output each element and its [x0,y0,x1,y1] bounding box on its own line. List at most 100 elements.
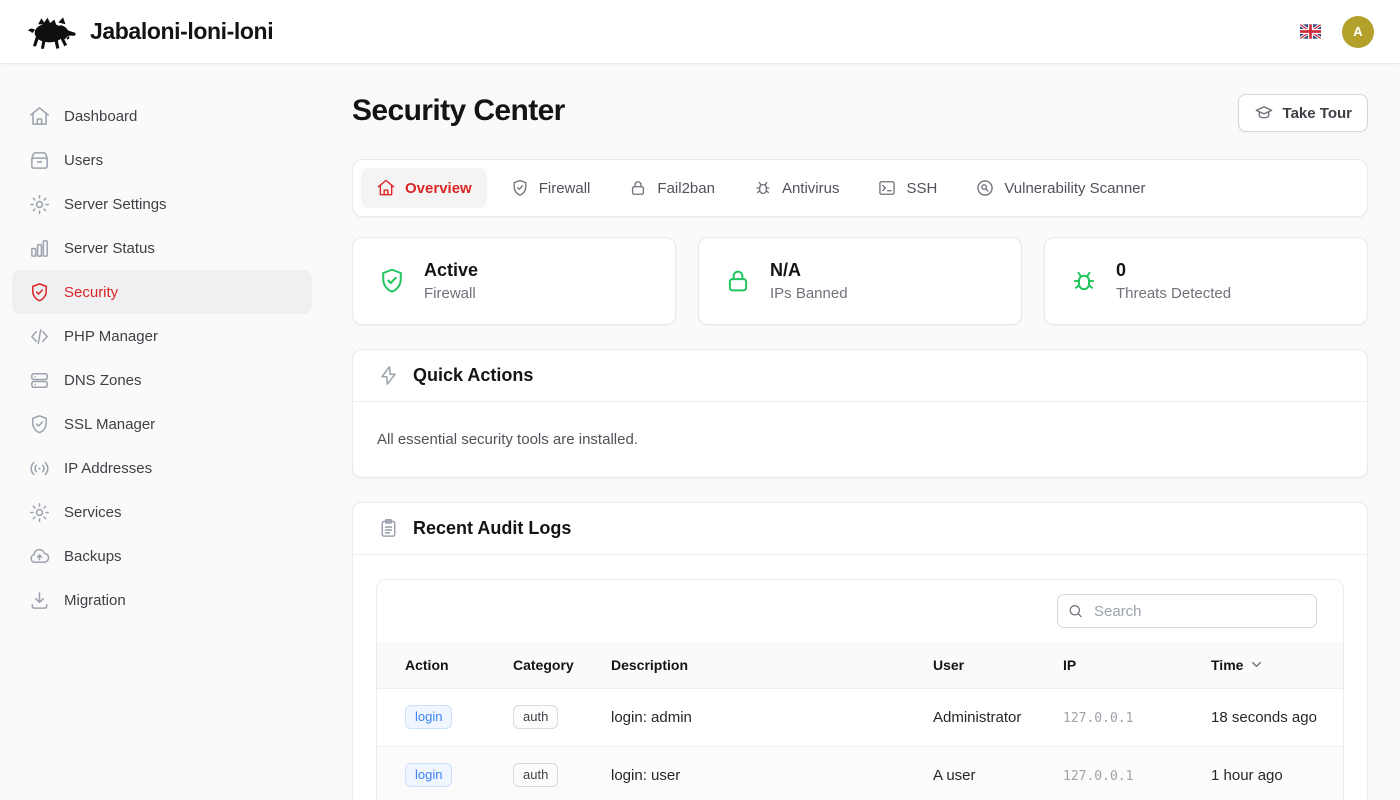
app-title: Jabaloni-loni-loni [90,18,273,45]
home-icon [376,178,396,198]
sidebar-item-label: DNS Zones [64,372,142,389]
shield-check-icon [28,413,51,436]
column-header-time[interactable]: Time [1211,642,1343,688]
stat-label: Threats Detected [1116,285,1231,302]
sidebar-item-ssl-manager[interactable]: SSL Manager [12,402,312,446]
sidebar-item-users[interactable]: Users [12,138,312,182]
sidebar-item-label: Users [64,152,103,169]
column-header-category: Category [513,642,611,688]
lightning-icon [377,364,400,387]
page-title: Security Center [352,94,565,128]
code-icon [28,325,51,348]
table-row[interactable]: login auth login: user A user 127.0.0.1 … [377,746,1343,800]
main-content: Security Center Take Tour Overview Firew… [320,64,1400,800]
tab-label: Antivirus [782,180,840,197]
ip-cell: 127.0.0.1 [1063,711,1133,726]
tab-label: Fail2ban [657,180,715,197]
topbar: Jabaloni-loni-loni A [0,0,1400,64]
sidebar-item-migration[interactable]: Migration [12,578,312,622]
sidebar-item-label: PHP Manager [64,328,158,345]
user-cell: Administrator [933,688,1063,746]
time-cell: 1 hour ago [1211,746,1343,800]
stat-label: Firewall [424,285,478,302]
search-input[interactable] [1057,594,1317,628]
sidebar-item-dns-zones[interactable]: DNS Zones [12,358,312,402]
column-header-user: User [933,642,1063,688]
quick-actions-title: Quick Actions [413,365,533,386]
shield-check-icon [377,266,407,296]
table-row[interactable]: login auth login: admin Administrator 12… [377,688,1343,746]
gear-icon [28,193,51,216]
sidebar-item-services[interactable]: Services [12,490,312,534]
bug-icon [753,178,773,198]
stat-card-firewall: Active Firewall [352,237,676,325]
brand[interactable]: Jabaloni-loni-loni [26,14,273,50]
status-cards: Active Firewall N/A IPs Banned 0 [352,237,1368,325]
cloud-upload-icon [28,545,51,568]
sidebar-item-label: Server Status [64,240,155,257]
action-badge: login [405,705,452,729]
sidebar-item-label: Security [64,284,118,301]
audit-logs-panel: Recent Audit Logs [352,502,1368,800]
description-cell: login: admin [611,688,933,746]
tab-antivirus[interactable]: Antivirus [738,168,855,208]
quick-actions-message: All essential security tools are install… [377,431,638,448]
signal-icon [28,457,51,480]
tab-firewall[interactable]: Firewall [495,168,606,208]
clipboard-icon [377,517,400,540]
sidebar-item-php-manager[interactable]: PHP Manager [12,314,312,358]
sidebar-item-backups[interactable]: Backups [12,534,312,578]
server-stack-icon [28,369,51,392]
table-header-row: Action Category Description User IP Time [377,642,1343,688]
tab-vulnerability-scanner[interactable]: Vulnerability Scanner [960,168,1160,208]
search-box [1057,594,1317,628]
description-cell: login: user [611,746,933,800]
uk-flag-icon [1300,24,1321,39]
sidebar-item-ip-addresses[interactable]: IP Addresses [12,446,312,490]
tab-fail2ban[interactable]: Fail2ban [613,168,730,208]
stat-label: IPs Banned [770,285,848,302]
shield-check-icon [28,281,51,304]
home-icon [28,105,51,128]
sidebar-item-dashboard[interactable]: Dashboard [12,94,312,138]
user-cell: A user [933,746,1063,800]
take-tour-button[interactable]: Take Tour [1238,94,1368,132]
gear-icon [28,501,51,524]
lock-icon [723,266,753,296]
category-badge: auth [513,705,558,729]
tab-overview[interactable]: Overview [361,168,487,208]
lock-icon [628,178,648,198]
column-header-ip: IP [1063,642,1211,688]
action-badge: login [405,763,452,787]
user-avatar[interactable]: A [1342,16,1374,48]
bug-icon [1069,266,1099,296]
sidebar-item-label: Services [64,504,122,521]
tab-ssh[interactable]: SSH [862,168,952,208]
terminal-icon [877,178,897,198]
sidebar: Dashboard Users Server Settings Server S… [0,64,320,800]
stat-card-threats: 0 Threats Detected [1044,237,1368,325]
download-icon [28,589,51,612]
ip-cell: 127.0.0.1 [1063,769,1133,784]
tab-label: Firewall [539,180,591,197]
sidebar-item-label: Dashboard [64,108,137,125]
sidebar-item-label: Migration [64,592,126,609]
stat-value: Active [424,260,478,281]
stat-value: N/A [770,260,848,281]
language-switcher[interactable] [1298,22,1323,41]
sidebar-item-server-settings[interactable]: Server Settings [12,182,312,226]
tab-label: Overview [405,180,472,197]
sidebar-item-label: IP Addresses [64,460,152,477]
search-icon [1067,603,1084,620]
audit-logs-title: Recent Audit Logs [413,518,571,539]
bar-chart-icon [28,237,51,260]
sidebar-item-server-status[interactable]: Server Status [12,226,312,270]
time-cell: 18 seconds ago [1211,688,1343,746]
sidebar-item-label: Server Settings [64,196,167,213]
stat-value: 0 [1116,260,1231,281]
shield-check-icon [510,178,530,198]
sidebar-item-security[interactable]: Security [12,270,312,314]
magnifier-circle-icon [975,178,995,198]
column-header-description: Description [611,642,933,688]
archive-box-icon [28,149,51,172]
